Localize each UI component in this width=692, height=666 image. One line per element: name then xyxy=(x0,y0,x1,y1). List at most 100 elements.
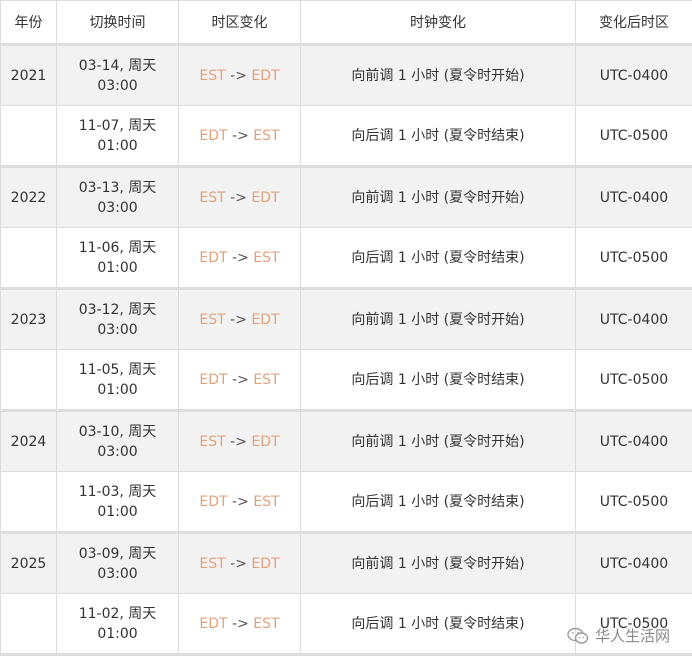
clock-change-cell: 向后调 1 小时 (夏令时结束) xyxy=(300,105,576,168)
switch-time-cell: 11-03, 周天 01:00 xyxy=(56,471,179,534)
switch-time-cell: 03-14, 周天 03:00 xyxy=(56,44,179,106)
watermark: 华人生活网 xyxy=(567,625,670,646)
zone-arrow: -> xyxy=(232,127,249,144)
header-clock-change: 时钟变化 xyxy=(300,0,576,46)
table-row: 2021 03-14, 周天 03:00 EST -> EDT 向前调 1 小时 (夏令… xyxy=(0,44,692,106)
zone-from: EST xyxy=(199,67,226,84)
year-cell: 2023 xyxy=(0,288,57,350)
switch-time-cell: 11-07, 周天 01:00 xyxy=(56,105,179,168)
header-year: 年份 xyxy=(0,0,57,46)
zone-from: EDT xyxy=(199,493,228,510)
after-zone-cell: UTC-0500 xyxy=(575,227,692,290)
clock-change-cell: 向前调 1 小时 (夏令时开始) xyxy=(300,532,576,594)
switch-date: 03-12, 周天 xyxy=(78,301,157,318)
year-cell xyxy=(0,105,57,168)
header-after-zone: 变化后时区 xyxy=(575,0,692,46)
switch-time: 03:00 xyxy=(97,199,138,216)
zone-to: EST xyxy=(253,127,280,144)
table-row: 11-06, 周天 01:00 EDT -> EST 向后调 1 小时 (夏令时结束)… xyxy=(0,227,692,290)
clock-change-cell: 向前调 1 小时 (夏令时开始) xyxy=(300,288,576,350)
zone-from: EST xyxy=(199,189,226,206)
zone-to: EDT xyxy=(251,67,280,84)
switch-time: 01:00 xyxy=(97,137,138,154)
table-body: 2021 03-14, 周天 03:00 EST -> EDT 向前调 1 小时 (夏令… xyxy=(0,44,692,656)
after-zone-cell: UTC-0400 xyxy=(575,410,692,472)
zone-arrow: -> xyxy=(230,433,247,450)
watermark-text: 华人生活网 xyxy=(594,627,670,645)
header-switch-time: 切换时间 xyxy=(56,0,179,46)
year-cell xyxy=(0,227,57,290)
switch-date: 11-02, 周天 xyxy=(78,605,157,622)
zone-to: EDT xyxy=(251,189,280,206)
table-row: 11-05, 周天 01:00 EDT -> EST 向后调 1 小时 (夏令时结束)… xyxy=(0,349,692,412)
zone-arrow: -> xyxy=(232,371,249,388)
table-row: 2023 03-12, 周天 03:00 EST -> EDT 向前调 1 小时 (夏令… xyxy=(0,288,692,350)
switch-date: 11-03, 周天 xyxy=(78,483,157,500)
year-cell: 2021 xyxy=(0,44,57,106)
after-zone-cell: UTC-0500 xyxy=(575,471,692,534)
zone-change-cell: EST -> EDT xyxy=(178,410,301,472)
switch-time-cell: 11-05, 周天 01:00 xyxy=(56,349,179,412)
switch-time-cell: 11-06, 周天 01:00 xyxy=(56,227,179,290)
zone-change-cell: EST -> EDT xyxy=(178,532,301,594)
switch-date: 03-13, 周天 xyxy=(78,179,157,196)
zone-to: EST xyxy=(253,371,280,388)
switch-time: 03:00 xyxy=(97,77,138,94)
zone-arrow: -> xyxy=(230,555,247,572)
zone-arrow: -> xyxy=(232,615,249,632)
zone-from: EST xyxy=(199,433,226,450)
zone-arrow: -> xyxy=(230,311,247,328)
clock-change-cell: 向后调 1 小时 (夏令时结束) xyxy=(300,349,576,412)
switch-date: 11-07, 周天 xyxy=(78,117,157,134)
clock-change-cell: 向前调 1 小时 (夏令时开始) xyxy=(300,44,576,106)
header-zone-change: 时区变化 xyxy=(178,0,301,46)
year-cell: 2024 xyxy=(0,410,57,472)
switch-date: 03-09, 周天 xyxy=(78,545,157,562)
zone-change-cell: EST -> EDT xyxy=(178,44,301,106)
switch-time-cell: 11-02, 周天 01:00 xyxy=(56,593,179,656)
switch-date: 11-05, 周天 xyxy=(78,361,157,378)
zone-from: EDT xyxy=(199,127,228,144)
switch-date: 03-10, 周天 xyxy=(78,423,157,440)
year-cell xyxy=(0,471,57,534)
clock-change-cell: 向前调 1 小时 (夏令时开始) xyxy=(300,166,576,228)
zone-to: EDT xyxy=(251,555,280,572)
dst-table: 年份 切换时间 时区变化 时钟变化 变化后时区 2021 03-14, 周天 03:… xyxy=(0,0,692,656)
switch-time: 01:00 xyxy=(97,503,138,520)
wechat-icon xyxy=(567,627,589,645)
table-row: 11-07, 周天 01:00 EDT -> EST 向后调 1 小时 (夏令时结束)… xyxy=(0,105,692,168)
switch-time: 03:00 xyxy=(97,321,138,338)
zone-from: EST xyxy=(199,555,226,572)
table-row: 2025 03-09, 周天 03:00 EST -> EDT 向前调 1 小时 (夏令… xyxy=(0,532,692,594)
year-cell xyxy=(0,349,57,412)
zone-to: EST xyxy=(253,615,280,632)
zone-from: EDT xyxy=(199,371,228,388)
switch-time: 03:00 xyxy=(97,443,138,460)
switch-time: 01:00 xyxy=(97,381,138,398)
zone-from: EDT xyxy=(199,615,228,632)
switch-time: 01:00 xyxy=(97,259,138,276)
zone-arrow: -> xyxy=(230,189,247,206)
table-row: 2024 03-10, 周天 03:00 EST -> EDT 向前调 1 小时 (夏令… xyxy=(0,410,692,472)
zone-change-cell: EDT -> EST xyxy=(178,349,301,412)
zone-change-cell: EDT -> EST xyxy=(178,227,301,290)
switch-date: 03-14, 周天 xyxy=(78,57,157,74)
zone-from: EDT xyxy=(199,249,228,266)
clock-change-cell: 向前调 1 小时 (夏令时开始) xyxy=(300,410,576,472)
year-cell xyxy=(0,593,57,656)
after-zone-cell: UTC-0500 xyxy=(575,349,692,412)
switch-time: 03:00 xyxy=(97,565,138,582)
switch-time-cell: 03-12, 周天 03:00 xyxy=(56,288,179,350)
after-zone-cell: UTC-0500 xyxy=(575,105,692,168)
switch-date: 11-06, 周天 xyxy=(78,239,157,256)
switch-time-cell: 03-13, 周天 03:00 xyxy=(56,166,179,228)
zone-change-cell: EST -> EDT xyxy=(178,288,301,350)
switch-time-cell: 03-10, 周天 03:00 xyxy=(56,410,179,472)
zone-to: EST xyxy=(253,493,280,510)
zone-to: EDT xyxy=(251,433,280,450)
zone-change-cell: EDT -> EST xyxy=(178,105,301,168)
after-zone-cell: UTC-0400 xyxy=(575,166,692,228)
clock-change-cell: 向后调 1 小时 (夏令时结束) xyxy=(300,227,576,290)
after-zone-cell: UTC-0400 xyxy=(575,532,692,594)
table-row: 2022 03-13, 周天 03:00 EST -> EDT 向前调 1 小时 (夏令… xyxy=(0,166,692,228)
